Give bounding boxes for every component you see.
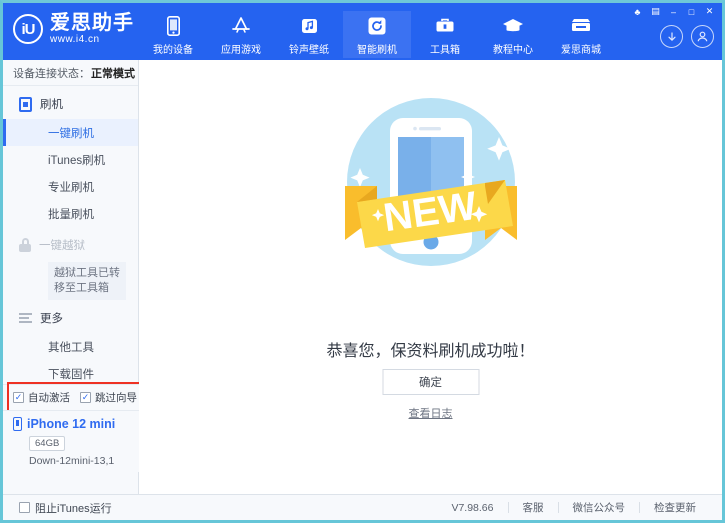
appstore-icon bbox=[230, 15, 252, 37]
nav-item-tutorial-center[interactable]: 教程中心 bbox=[479, 11, 547, 58]
app-logo: iU 爱思助手 www.i4.cn bbox=[13, 13, 134, 45]
sidebar-item-download-firmware[interactable]: 下载固件 bbox=[3, 360, 138, 387]
nav-item-my-device[interactable]: 我的设备 bbox=[139, 11, 207, 58]
minimize-icon[interactable]: – bbox=[665, 5, 682, 18]
menu-icon[interactable]: ▤ bbox=[647, 5, 664, 18]
gift-icon[interactable]: ♣ bbox=[629, 5, 646, 18]
sidebar-item-pro-flash[interactable]: 专业刷机 bbox=[3, 173, 138, 200]
sidebar-item-itunes-flash[interactable]: iTunes刷机 bbox=[3, 146, 138, 173]
sidebar-item-other-tools[interactable]: 其他工具 bbox=[3, 333, 138, 360]
confirm-button[interactable]: 确定 bbox=[382, 369, 479, 395]
checkbox-skip-wizard[interactable]: ✓ bbox=[80, 392, 91, 403]
success-message: 恭喜您，保资料刷机成功啦！ bbox=[139, 337, 722, 361]
option-auto-activate[interactable]: ✓ 自动激活 bbox=[13, 390, 70, 405]
logo-mark-icon: iU bbox=[13, 14, 43, 44]
user-icon[interactable] bbox=[691, 25, 714, 48]
nav-label: 工具箱 bbox=[430, 41, 460, 56]
status-bar: 阻止iTunes运行 V7.98.66 客服 微信公众号 检查更新 bbox=[3, 494, 722, 520]
sidebar-item-one-key-flash[interactable]: 一键刷机 bbox=[3, 119, 138, 146]
maximize-icon[interactable]: □ bbox=[683, 5, 700, 18]
footer-link-wechat[interactable]: 微信公众号 bbox=[559, 500, 640, 515]
nav-label: 应用游戏 bbox=[221, 41, 261, 56]
connection-status-value: 正常模式 bbox=[91, 65, 135, 81]
nav-label: 爱思商城 bbox=[561, 41, 601, 56]
option-skip-wizard[interactable]: ✓ 跳过向导 bbox=[80, 390, 137, 405]
checkbox-auto-activate[interactable]: ✓ bbox=[13, 392, 24, 403]
sidebar-group-flash: 刷机 bbox=[3, 89, 138, 119]
sidebar-group-label: 刷机 bbox=[40, 96, 63, 112]
list-lines-icon bbox=[19, 313, 32, 323]
store-icon bbox=[570, 15, 592, 37]
nav-item-i4-store[interactable]: 爱思商城 bbox=[547, 11, 615, 58]
device-phone-icon bbox=[13, 417, 22, 431]
option-label: 阻止iTunes运行 bbox=[35, 500, 112, 516]
connected-device-panel[interactable]: iPhone 12 mini 64GB Down-12mini-13,1 bbox=[3, 410, 139, 472]
nav-label: 铃声壁纸 bbox=[289, 41, 329, 56]
nav-item-ringtones-wallpapers[interactable]: 铃声壁纸 bbox=[275, 11, 343, 58]
sidebar-item-label: 一键刷机 bbox=[48, 125, 94, 141]
connection-status: 设备连接状态：正常模式 bbox=[3, 60, 138, 86]
footer-link-check-update[interactable]: 检查更新 bbox=[640, 500, 710, 515]
footer-links: V7.98.66 客服 微信公众号 检查更新 bbox=[437, 500, 722, 515]
close-icon[interactable]: ✕ bbox=[701, 5, 718, 18]
nav-label: 智能刷机 bbox=[357, 41, 397, 56]
option-label: 跳过向导 bbox=[95, 390, 137, 405]
sidebar-item-label: iTunes刷机 bbox=[48, 152, 105, 168]
footer-link-support[interactable]: 客服 bbox=[509, 500, 558, 515]
device-name: iPhone 12 mini bbox=[27, 417, 115, 431]
jailbreak-moved-tooltip: 越狱工具已转移至工具箱 bbox=[48, 262, 126, 300]
main-content: NEW 恭喜您，保资料刷机成功啦！ 确定 查看日志 bbox=[139, 60, 722, 494]
sidebar-item-label: 专业刷机 bbox=[48, 179, 94, 195]
sidebar-item-label: 其他工具 bbox=[48, 339, 94, 355]
phone-icon bbox=[167, 15, 180, 37]
sidebar-item-label: 批量刷机 bbox=[48, 206, 94, 222]
title-bar: iU 爱思助手 www.i4.cn 我的设备 应用游戏 bbox=[3, 3, 722, 60]
refresh-icon bbox=[368, 15, 386, 37]
window-controls: ♣ ▤ – □ ✕ bbox=[629, 5, 718, 18]
nav-item-smart-flash[interactable]: 智能刷机 bbox=[343, 11, 411, 58]
app-version: V7.98.66 bbox=[437, 502, 507, 514]
graduation-icon bbox=[502, 15, 524, 37]
sidebar-group-more: 更多 bbox=[3, 303, 138, 333]
account-area bbox=[660, 25, 714, 48]
sidebar-group-jailbreak: 一键越狱 bbox=[3, 230, 138, 260]
nav-item-apps-games[interactable]: 应用游戏 bbox=[207, 11, 275, 58]
main-nav: 我的设备 应用游戏 铃声壁纸 智能刷机 bbox=[139, 11, 615, 58]
sidebar: 设备连接状态：正常模式 刷机 一键刷机 iTunes刷机 专业刷机 批量刷机 一… bbox=[3, 60, 139, 494]
flash-device-icon bbox=[19, 97, 32, 112]
brand-title: 爱思助手 bbox=[50, 13, 134, 33]
sidebar-group-label: 更多 bbox=[40, 310, 63, 326]
option-label: 自动激活 bbox=[28, 390, 70, 405]
i4-assistant-window: iU 爱思助手 www.i4.cn 我的设备 应用游戏 bbox=[0, 0, 725, 523]
sidebar-group-label: 一键越狱 bbox=[39, 237, 85, 253]
download-icon[interactable] bbox=[660, 25, 683, 48]
sidebar-item-label: 下载固件 bbox=[48, 366, 94, 382]
device-model: Down-12mini-13,1 bbox=[29, 455, 139, 467]
nav-item-toolbox[interactable]: 工具箱 bbox=[411, 11, 479, 58]
connection-status-label: 设备连接状态： bbox=[13, 65, 90, 81]
toolbox-icon bbox=[435, 15, 455, 37]
lock-icon bbox=[19, 238, 31, 252]
checkbox-block-itunes[interactable] bbox=[19, 502, 30, 513]
flash-options: ✓ 自动激活 ✓ 跳过向导 bbox=[3, 384, 139, 410]
option-block-itunes[interactable]: 阻止iTunes运行 bbox=[3, 500, 112, 516]
new-badge-illustration: NEW bbox=[331, 82, 531, 287]
nav-label: 教程中心 bbox=[493, 41, 533, 56]
sidebar-item-batch-flash[interactable]: 批量刷机 bbox=[3, 200, 138, 227]
view-log-link[interactable]: 查看日志 bbox=[409, 405, 453, 421]
brand-url: www.i4.cn bbox=[50, 35, 134, 45]
music-icon bbox=[301, 15, 318, 37]
device-capacity-badge: 64GB bbox=[29, 436, 65, 451]
nav-label: 我的设备 bbox=[153, 41, 193, 56]
